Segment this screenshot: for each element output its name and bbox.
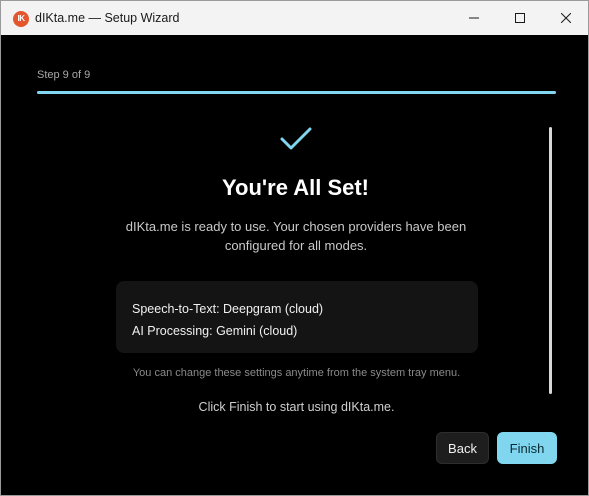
progress-bar-fill xyxy=(37,91,556,94)
provider-summary-card: Speech-to-Text: Deepgram (cloud) AI Proc… xyxy=(116,281,478,353)
step-indicator: Step 9 of 9 xyxy=(37,69,91,81)
app-logo-icon: IK xyxy=(13,11,29,27)
check-icon xyxy=(280,127,312,150)
setup-wizard-window: IK dIKta.me — Setup Wizard Step 9 of 9 Y… xyxy=(0,0,589,496)
maximize-icon xyxy=(515,13,525,23)
maximize-button[interactable] xyxy=(497,1,543,35)
progress-bar xyxy=(37,91,556,94)
content-scrollbar[interactable] xyxy=(549,127,552,394)
window-title: dIKta.me — Setup Wizard xyxy=(35,11,180,25)
finish-button[interactable]: Finish xyxy=(497,432,557,464)
close-button[interactable] xyxy=(543,1,588,35)
ai-processing-summary: AI Processing: Gemini (cloud) xyxy=(132,324,298,338)
title-bar[interactable]: IK dIKta.me — Setup Wizard xyxy=(1,1,588,35)
minimize-button[interactable] xyxy=(451,1,497,35)
speech-to-text-summary: Speech-to-Text: Deepgram (cloud) xyxy=(132,302,324,316)
finish-instruction: Click Finish to start using dIKta.me. xyxy=(198,400,395,414)
completion-heading: You're All Set! xyxy=(221,175,370,200)
completion-description: dIKta.me is ready to use. Your chosen pr… xyxy=(125,219,467,253)
settings-hint: You can change these settings anytime fr… xyxy=(132,367,461,379)
back-button[interactable]: Back xyxy=(436,432,489,464)
close-icon xyxy=(561,13,571,23)
minimize-icon xyxy=(469,17,479,19)
